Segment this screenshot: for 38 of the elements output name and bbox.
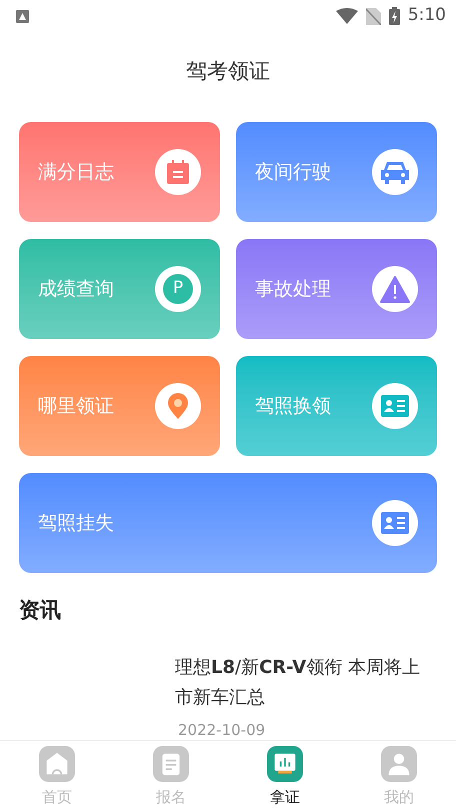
- time-text: 5:10: [408, 4, 446, 28]
- user-icon: [381, 746, 417, 782]
- location-pin-icon: [168, 393, 188, 419]
- section-heading: 资讯: [18, 597, 62, 624]
- id-card-icon: [381, 512, 409, 534]
- nav-tab[interactable]: 首页: [0, 741, 114, 812]
- feature-card[interactable]: 驾照换领: [236, 356, 437, 456]
- feature-card[interactable]: 驾照挂失: [19, 473, 437, 573]
- notification-icon: [16, 10, 29, 24]
- warning-icon: [380, 276, 410, 302]
- id-card-icon: [381, 395, 409, 417]
- card-label: 夜间行驶: [255, 160, 331, 185]
- feature-card[interactable]: 夜间行驶: [236, 122, 437, 222]
- home-icon: [39, 746, 75, 782]
- nav-tab[interactable]: 报名: [114, 741, 228, 812]
- nav-tab[interactable]: 拿证: [228, 741, 342, 812]
- card-label: 满分日志: [38, 160, 114, 185]
- card-label: 驾照挂失: [38, 510, 114, 536]
- card-label: 事故处理: [255, 276, 331, 302]
- no-sim-icon: [366, 8, 381, 24]
- wifi-icon: [336, 8, 358, 24]
- feature-card[interactable]: 事故处理: [236, 239, 437, 339]
- news-title[interactable]: 理想L8/新CR-V领衔 本周将上市新车汇总: [175, 652, 437, 712]
- car-icon: [381, 160, 409, 184]
- card-label: 驾照换领: [255, 394, 331, 419]
- card-label: 成绩查询: [38, 276, 114, 302]
- parking-icon: P: [163, 274, 193, 304]
- feature-card[interactable]: 哪里领证: [19, 356, 220, 456]
- card-label: 哪里领证: [38, 394, 114, 419]
- calendar-icon: [167, 160, 189, 184]
- page-title: 驾考领证: [186, 58, 270, 86]
- feature-card[interactable]: 满分日志: [19, 122, 220, 222]
- clipboard-icon: [153, 746, 189, 782]
- nav-tab[interactable]: 我的: [342, 741, 456, 812]
- chart-board-icon: [267, 746, 303, 782]
- news-date: 2022-10-09: [177, 720, 266, 740]
- feature-card[interactable]: 成绩查询 P: [19, 239, 220, 339]
- battery-icon: [388, 7, 400, 25]
